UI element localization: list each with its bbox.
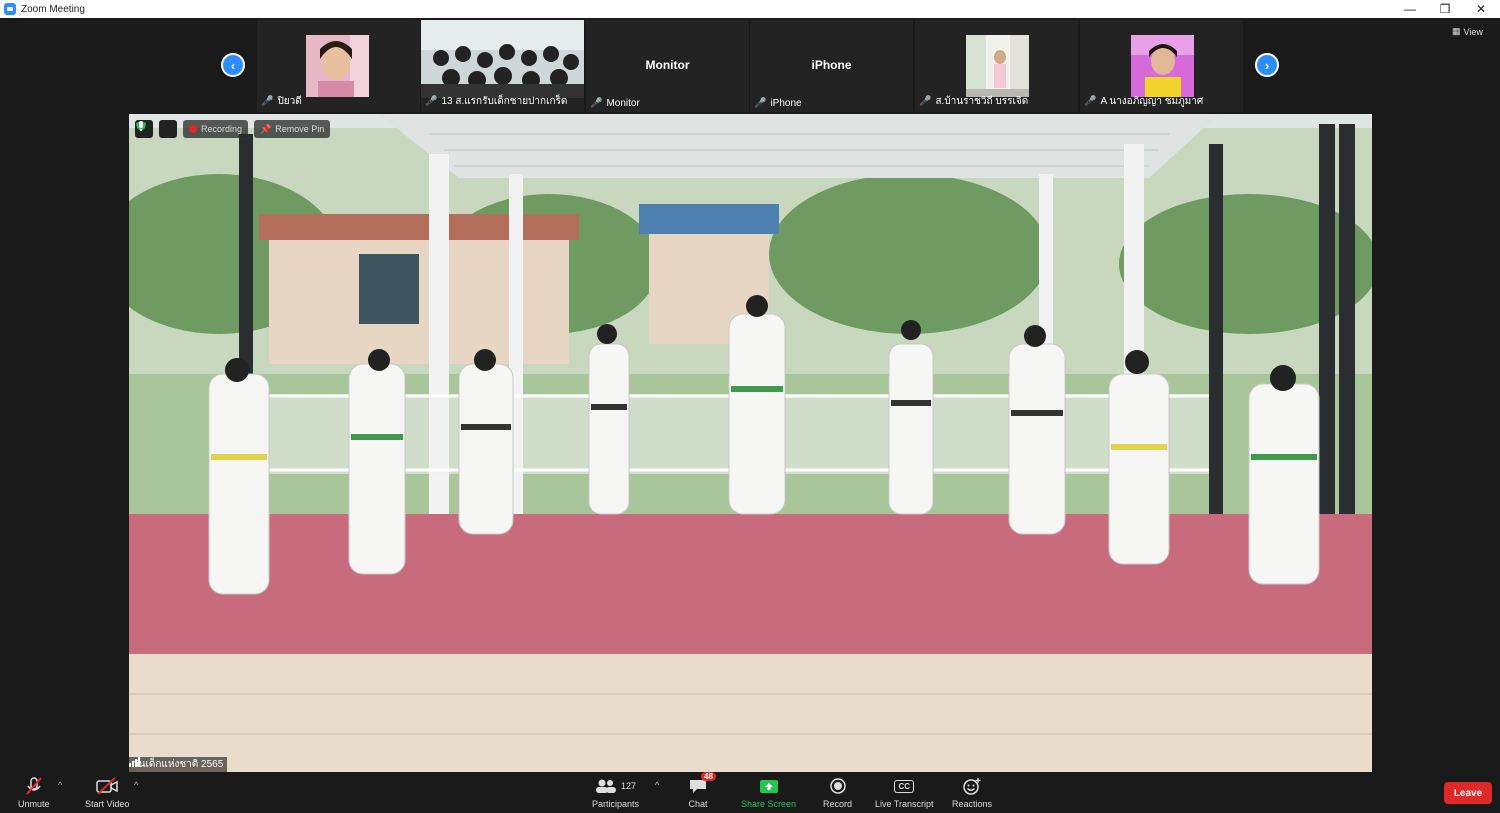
- participant-photo: [306, 35, 369, 97]
- participant-center-name: iPhone: [811, 58, 852, 72]
- chat-label: Chat: [688, 799, 708, 809]
- previous-page-button[interactable]: ‹: [221, 53, 245, 77]
- leave-button[interactable]: Leave: [1444, 782, 1492, 804]
- chat-button[interactable]: 48 Chat: [688, 772, 716, 809]
- participant-center-name: Monitor: [645, 58, 690, 72]
- mic-muted-icon: 🎤: [261, 96, 274, 107]
- participants-icon: 127: [595, 775, 636, 797]
- close-button[interactable]: ✕: [1463, 0, 1499, 18]
- video-options-caret-icon[interactable]: ^: [134, 780, 138, 790]
- speaker-label: วันเด็กแห่งชาติ 2565: [129, 757, 228, 772]
- participants-count: 127: [621, 781, 637, 791]
- record-button[interactable]: Record: [823, 775, 852, 809]
- mic-muted-icon: 🎤: [1084, 96, 1097, 107]
- view-label: View: [1463, 26, 1483, 37]
- participant-name: Monitor: [606, 98, 640, 109]
- video-overlay-badges: Recording 📌 Remove Pin: [135, 120, 331, 138]
- view-button[interactable]: ▦ View: [1452, 26, 1483, 37]
- meeting-toolbar: Unmute ^ Start Video ^ 127 Participants …: [0, 772, 1500, 813]
- audio-indicator-icon: [139, 120, 177, 138]
- participant-footer: 🎤 ส.บ้านราชวิถี บรรเจิด: [919, 94, 1028, 109]
- participant-photo: [966, 35, 1029, 97]
- remove-pin-button[interactable]: 📌 Remove Pin: [254, 120, 331, 138]
- participant-name: ปิยวดี: [277, 96, 302, 107]
- participant-name: 13 ส.แรกรับเด็กชายปากเกร็ด: [441, 96, 568, 107]
- participant-name: ส.บ้านราชวิถี บรรเจิด: [935, 96, 1029, 107]
- participant-tile[interactable]: 🎤 A นางอภิญญา ชมภูมาศ: [1080, 20, 1243, 112]
- participant-tile[interactable]: 🎤 13 ส.แรกรับเด็กชายปากเกร็ด: [421, 20, 584, 112]
- participant-footer: 🎤 iPhone: [754, 98, 802, 109]
- speaker-name: วันเด็กแห่งชาติ 2565: [133, 759, 224, 770]
- audio-options-caret-icon[interactable]: ^: [58, 780, 62, 790]
- reactions-label: Reactions: [952, 799, 993, 809]
- window-title: Zoom Meeting: [21, 3, 85, 15]
- pin-icon: 📌: [260, 123, 272, 134]
- participant-footer: 🎤 13 ส.แรกรับเด็กชายปากเกร็ด: [425, 94, 567, 109]
- title-bar: Zoom Meeting: [0, 0, 1500, 18]
- participant-footer: 🎤 ปิยวดี: [261, 94, 302, 109]
- remove-pin-label: Remove Pin: [275, 124, 325, 134]
- closed-caption-icon: CC: [894, 775, 915, 797]
- mic-muted-icon: 🎤: [919, 96, 932, 107]
- recording-label: Recording: [201, 124, 243, 134]
- recording-indicator[interactable]: Recording: [183, 120, 249, 138]
- mic-muted-icon: 🎤: [425, 96, 438, 107]
- participant-name: iPhone: [770, 98, 802, 109]
- participant-photo: [421, 20, 584, 98]
- reactions-button[interactable]: Reactions: [952, 775, 992, 809]
- participant-tile[interactable]: Monitor 🎤 Monitor: [586, 20, 749, 112]
- signal-strength-icon: [129, 757, 140, 767]
- record-icon: [829, 775, 847, 797]
- chat-icon: 48: [688, 772, 716, 797]
- unmute-label: Unmute: [18, 799, 50, 809]
- share-screen-icon: [759, 775, 779, 797]
- participant-tile[interactable]: 🎤 ส.บ้านราชวิถี บรรเจิด: [915, 20, 1078, 112]
- grid-icon: ▦: [1452, 26, 1461, 36]
- participants-label: Participants: [592, 799, 640, 809]
- participant-name: A นางอภิญญา ชมภูมาศ: [1100, 96, 1204, 107]
- record-dot-icon: [189, 125, 197, 133]
- smiley-plus-icon: [962, 775, 982, 797]
- participant-photo: [1131, 35, 1194, 97]
- share-screen-button[interactable]: Share Screen: [741, 775, 796, 809]
- live-transcript-button[interactable]: CC Live Transcript: [875, 775, 934, 809]
- start-video-button[interactable]: Start Video: [85, 775, 129, 809]
- video-frame: [129, 114, 1372, 772]
- main-video[interactable]: Recording 📌 Remove Pin วันเด็กแห่งชาติ 2…: [129, 114, 1372, 772]
- zoom-logo-icon: [4, 3, 16, 15]
- participants-caret-icon[interactable]: ^: [655, 780, 659, 790]
- chat-badge: 48: [701, 772, 716, 781]
- mic-muted-icon: [24, 775, 44, 797]
- participant-strip: ‹ 🎤 ปิยวดี 🎤 13 ส.แรกรับเด็กชายปากเกร็ด …: [0, 18, 1500, 114]
- video-off-icon: [95, 775, 119, 797]
- restore-button[interactable]: ❐: [1427, 0, 1463, 18]
- minimize-button[interactable]: —: [1392, 0, 1428, 18]
- next-page-button[interactable]: ›: [1255, 53, 1279, 77]
- live-transcript-label: Live Transcript: [875, 799, 934, 809]
- participants-button[interactable]: 127 Participants: [592, 775, 639, 809]
- unmute-button[interactable]: Unmute: [18, 775, 50, 809]
- mic-muted-icon: 🎤: [590, 98, 603, 109]
- start-video-label: Start Video: [85, 799, 130, 809]
- participant-tile[interactable]: 🎤 ปิยวดี: [257, 20, 420, 112]
- participant-tile[interactable]: iPhone 🎤 iPhone: [750, 20, 913, 112]
- record-label: Record: [823, 799, 853, 809]
- mic-muted-icon: 🎤: [754, 98, 767, 109]
- participant-footer: 🎤 A นางอภิญญา ชมภูมาศ: [1084, 94, 1203, 109]
- share-screen-label: Share Screen: [741, 799, 797, 809]
- participant-footer: 🎤 Monitor: [590, 98, 640, 109]
